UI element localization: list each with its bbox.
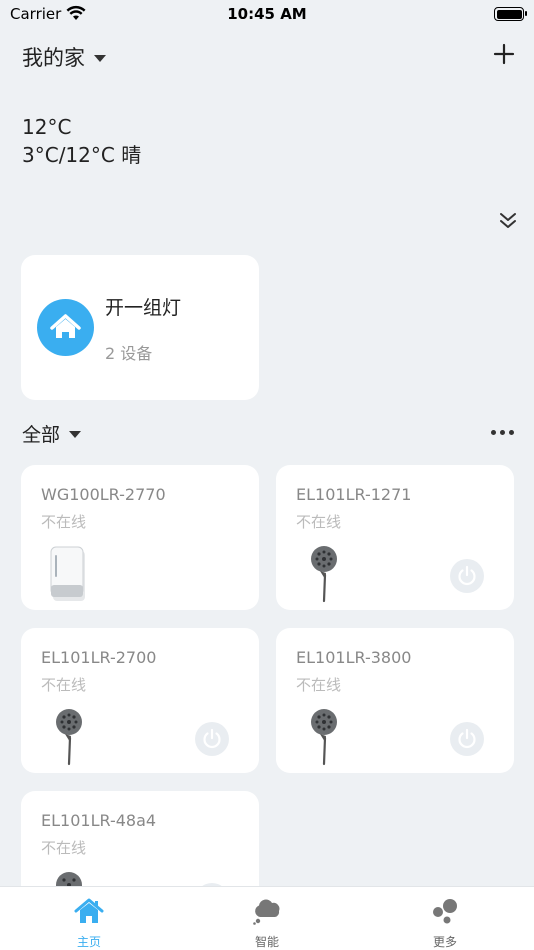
caret-down-icon [69,431,82,438]
power-icon [458,565,476,586]
tab-label: 更多 [432,935,457,949]
gateway-device-icon [50,546,85,601]
home-name: 我的家 [22,46,85,70]
device-status: 不在线 [296,513,342,531]
tab-label: 主页 [76,935,101,949]
device-status: 不在线 [41,676,87,694]
current-temperature: 12°C [22,115,72,139]
tab-home[interactable]: 主页 [0,887,178,950]
spot-lamp-icon [56,872,82,886]
double-chevron-down-icon[interactable] [498,208,518,234]
power-icon [203,728,221,749]
home-icon [74,898,104,923]
spot-lamp-icon [311,546,337,603]
power-button[interactable] [450,559,484,593]
device-name: EL101LR-3800 [296,648,412,667]
cloud-icon [253,899,280,925]
more-icon[interactable] [491,430,514,435]
bubbles-icon [433,899,457,924]
clock: 10:45 AM [227,5,307,23]
device-name: EL101LR-2700 [41,648,157,667]
power-button[interactable] [450,722,484,756]
filter-label: 全部 [22,424,61,446]
device-filter[interactable]: 全部 [22,420,82,447]
device-name: EL101LR-1271 [296,485,412,504]
device-card-el101lr-2700[interactable]: EL101LR-2700 不在线 [21,628,259,773]
home-selector[interactable]: 我的家 [22,42,106,72]
tab-more[interactable]: 更多 [356,887,534,950]
weather-panel: 12°C 3°C/12°C 晴 [22,113,141,169]
device-status: 不在线 [41,513,87,531]
device-status: 不在线 [41,839,87,857]
scene-card[interactable]: 开一组灯 2 设备 [21,255,259,400]
home-icon [50,314,81,338]
device-card-el101lr-48a4[interactable]: EL101LR-48a4 不在线 [21,791,259,886]
temperature-range: 3°C/12°C 晴 [22,143,142,167]
power-button[interactable] [195,722,229,756]
device-name: EL101LR-48a4 [41,811,157,830]
status-bar: Carrier 10:45 AM [0,0,534,28]
scene-device-count: 2 设备 [105,344,153,363]
spot-lamp-icon [311,709,337,766]
battery-icon [494,7,527,21]
scene-name: 开一组灯 [105,297,182,319]
spot-lamp-icon [56,709,82,766]
scene-icon-circle [37,299,94,356]
app-screen: Carrier 10:45 AM 我的家 12°C 3°C/12°C 晴 开一组 [0,0,534,950]
caret-down-icon [94,54,106,62]
device-status: 不在线 [296,676,342,694]
tab-smart[interactable]: 智能 [178,887,356,950]
power-icon [458,728,476,749]
device-name: WG100LR-2770 [41,485,166,504]
device-card-el101lr-1271[interactable]: EL101LR-1271 不在线 [276,465,514,610]
tab-bar: 主页 智能 更多 [0,886,534,950]
tab-label: 智能 [254,935,279,949]
device-card-el101lr-3800[interactable]: EL101LR-3800 不在线 [276,628,514,773]
device-card-wg100lr-2770[interactable]: WG100LR-2770 不在线 [21,465,259,610]
add-icon[interactable] [492,40,516,68]
